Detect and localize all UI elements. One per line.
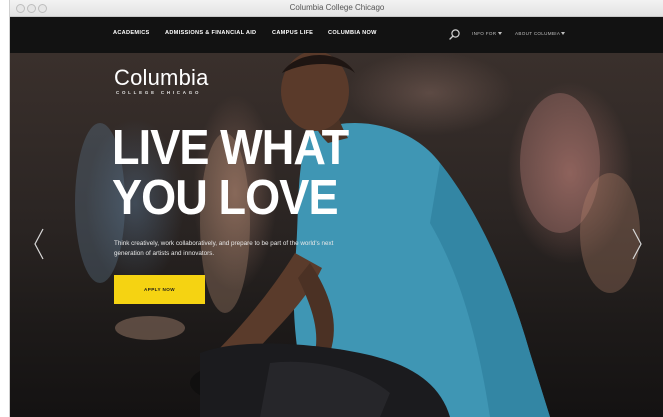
hero-headline-line-1: LIVE WHAT (112, 121, 349, 175)
apply-now-button[interactable]: APPLY NOW (114, 275, 205, 304)
chevron-left-icon[interactable] (32, 227, 46, 261)
columbia-logo-subtitle: COLLEGE CHICAGO (116, 90, 202, 95)
nav-info-for[interactable]: INFO FOR (472, 31, 496, 36)
chevron-down-icon (561, 32, 565, 35)
window-title: Columbia College Chicago (289, 3, 385, 12)
hero-headline-line-2: YOU LOVE (112, 171, 339, 225)
hero-banner: Columbia COLLEGE CHICAGO LIVE WHAT YOU L… (10, 53, 663, 417)
hero-photo (75, 53, 640, 417)
chevron-right-icon[interactable] (630, 227, 644, 261)
nav-columbia-now[interactable]: COLUMBIA NOW (328, 30, 377, 36)
window-titlebar: Columbia College Chicago (10, 0, 663, 17)
nav-campus-life[interactable]: CAMPUS LIFE (272, 30, 313, 36)
search-icon[interactable] (448, 28, 461, 41)
nav-academics[interactable]: ACADEMICS (113, 30, 150, 36)
hero-tagline: Think creatively, work collaboratively, … (114, 240, 334, 257)
columbia-logo[interactable]: Columbia (114, 65, 209, 91)
nav-admissions-financial-aid[interactable]: ADMISSIONS & FINANCIAL AID (165, 30, 256, 36)
site-nav: ACADEMICS ADMISSIONS & FINANCIAL AID CAM… (10, 17, 663, 53)
nav-about-columbia[interactable]: ABOUT COLUMBIA (515, 31, 560, 36)
hero-headline: LIVE WHAT YOU LOVE (112, 121, 349, 225)
browser-window: Columbia College Chicago ACADEMICS ADMIS… (9, 0, 663, 417)
chevron-down-icon (498, 32, 502, 35)
